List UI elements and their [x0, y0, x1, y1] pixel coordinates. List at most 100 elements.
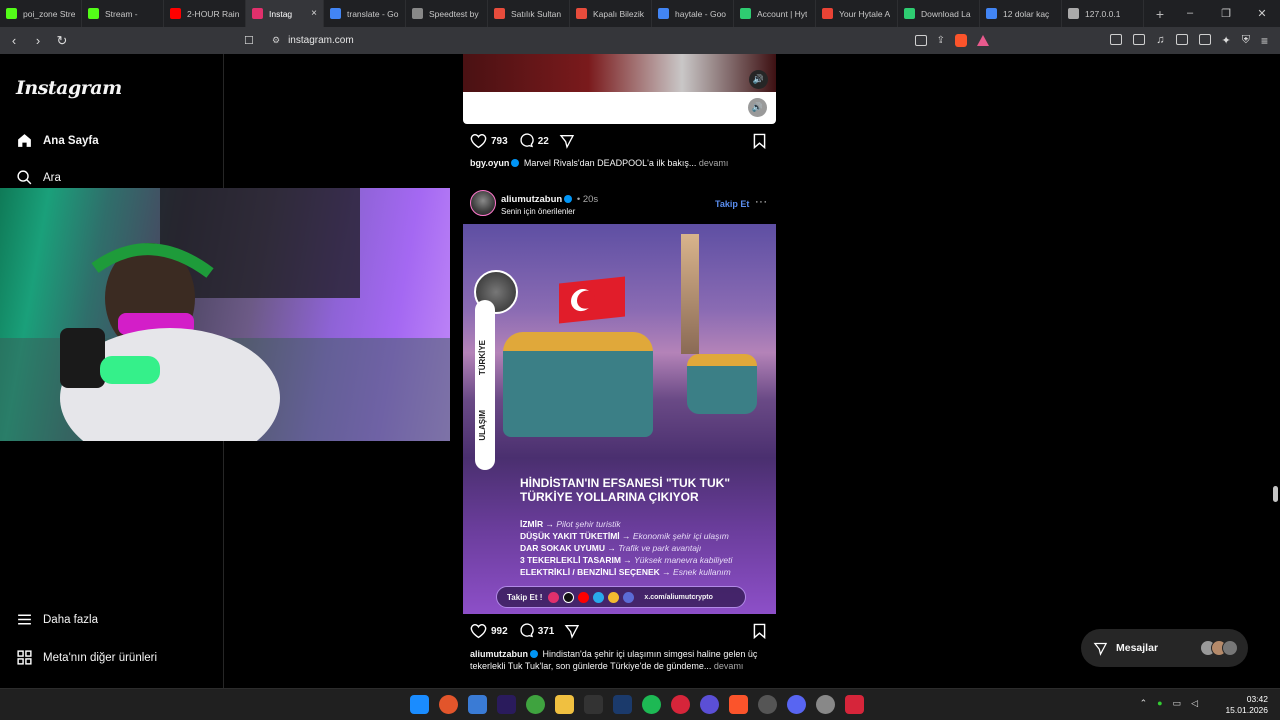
reload-icon[interactable]: ↻ [52, 33, 72, 49]
speaker-icon[interactable]: 🔊 [748, 98, 767, 117]
url-text[interactable]: instagram.com [288, 35, 354, 46]
follow-banner: Takip Et ! x.com/aliumutcrypto [496, 586, 746, 608]
brave-icon[interactable] [729, 695, 748, 714]
share-button[interactable] [559, 133, 579, 149]
caption-text: Marvel Rivals'dan DEADPOOL'a ilk bakış..… [523, 158, 697, 168]
browser-toolbar: ‹ › ↻ ☐ ⚙ instagram.com ⇪ ♫ ✦ ⛨ ≡ [0, 27, 1280, 54]
post-actions: 992 371 [470, 623, 594, 639]
wallet-icon[interactable] [1198, 34, 1211, 45]
comment-count: 371 [537, 625, 555, 637]
new-tab-button[interactable]: + [1148, 6, 1172, 22]
bullet-key: ELEKTRİKLİ / BENZİNLİ SEÇENEK [520, 567, 660, 577]
browser-tab[interactable]: Stream - [82, 0, 164, 27]
steam-icon[interactable] [613, 695, 632, 714]
site-info-icon[interactable]: ⚙ [272, 35, 280, 46]
back-icon[interactable]: ‹ [4, 33, 24, 48]
close-window-icon[interactable]: ✕ [1244, 7, 1280, 20]
cast-icon[interactable] [914, 35, 927, 46]
post-video[interactable] [463, 54, 776, 92]
caption-user[interactable]: aliumutzabun [470, 649, 528, 659]
scrollbar-thumb[interactable] [1273, 486, 1278, 502]
like-button[interactable]: 793 [470, 133, 508, 149]
app-icon[interactable] [439, 695, 458, 714]
spotify-icon[interactable] [642, 695, 661, 714]
post-username[interactable]: aliumutzabun • 20s [501, 194, 598, 205]
browser-tab[interactable]: Your Hytale A [816, 0, 898, 27]
volume-icon[interactable]: ◁ [1191, 698, 1198, 709]
post-image[interactable]: TÜRKİYE ULAŞIM HİNDİSTAN'IN EFSANESİ "TU… [463, 224, 776, 614]
tab-label: Your Hytale A [839, 8, 891, 19]
vpn-icon[interactable]: ⛨ [1242, 34, 1250, 48]
forward-icon[interactable]: › [28, 33, 48, 48]
network-icon[interactable]: ▭ [1173, 698, 1182, 709]
turkish-flag-shape [559, 276, 625, 324]
browser-tab[interactable]: poi_zone Stre [0, 0, 82, 27]
sidebar-item-more[interactable]: Daha fazla [16, 611, 98, 628]
minimize-icon[interactable]: – [1172, 7, 1208, 20]
browser-tab[interactable]: translate - Go [324, 0, 406, 27]
sidebar-icon[interactable] [1175, 34, 1188, 45]
start-icon[interactable] [410, 695, 429, 714]
share-button[interactable] [564, 623, 584, 639]
address-bar[interactable]: ☐ ⚙ instagram.com ⇪ [244, 30, 989, 51]
app-icon[interactable] [700, 695, 719, 714]
comment-button[interactable]: 22 [518, 133, 549, 149]
caption-user[interactable]: bgy.oyun [470, 158, 509, 168]
save-button[interactable] [752, 623, 767, 644]
like-button[interactable]: 992 [470, 623, 508, 639]
media-icon[interactable]: ♫ [1156, 34, 1164, 48]
more-options-icon[interactable]: ··· [755, 196, 768, 208]
chevron-up-icon[interactable]: ⌃ [1140, 698, 1148, 709]
monitor-icon[interactable] [468, 695, 487, 714]
sidebar-item-home[interactable]: Ana Sayfa [16, 132, 99, 149]
comment-button[interactable]: 371 [518, 623, 555, 639]
post-caption: bgy.oyun Marvel Rivals'dan DEADPOOL'a il… [470, 157, 770, 169]
save-button[interactable] [752, 133, 767, 154]
more-link[interactable]: devamı [714, 661, 744, 671]
menu-icon[interactable]: ≡ [1261, 34, 1268, 48]
browser-tab[interactable]: Satılık Sultan [488, 0, 570, 27]
username-text[interactable]: aliumutzabun [501, 194, 562, 205]
browser-tab[interactable]: 2-HOUR Rain [164, 0, 246, 27]
chrome-icon[interactable] [758, 695, 777, 714]
browser-tab[interactable]: Kapalı Bilezik [570, 0, 652, 27]
speaker-icon[interactable]: 🔊 [749, 70, 768, 89]
brave-shields-icon[interactable] [955, 34, 967, 47]
browser-tab[interactable]: haytale - Goo [652, 0, 734, 27]
bookmark-icon[interactable]: ☐ [244, 34, 264, 47]
app-icon[interactable] [671, 695, 690, 714]
ribbon-country: TÜRKİYE [478, 340, 487, 376]
brave-rewards-icon[interactable] [977, 35, 989, 46]
settings-icon[interactable] [816, 695, 835, 714]
avatar[interactable] [470, 190, 496, 216]
leo-ai-icon[interactable]: ✦ [1222, 34, 1231, 48]
discord-icon[interactable] [787, 695, 806, 714]
epic-games-icon[interactable] [584, 695, 603, 714]
browser-tab[interactable]: Speedtest by [406, 0, 488, 27]
scrollbar[interactable] [1270, 54, 1280, 688]
close-tab-icon[interactable]: × [311, 8, 317, 19]
instagram-logo[interactable]: Instagram [16, 77, 122, 99]
tab-label: Download La [921, 8, 971, 19]
premiere-icon[interactable] [497, 695, 516, 714]
follow-button[interactable]: Takip Et [715, 199, 749, 209]
folder-icon[interactable] [555, 695, 574, 714]
sidebar-item-meta[interactable]: Meta'nın diğer ürünleri [16, 649, 157, 666]
clock[interactable]: 03:42 15.01.2026 [1225, 694, 1268, 716]
xbox-icon[interactable] [526, 695, 545, 714]
messages-button[interactable]: Mesajlar [1081, 629, 1248, 667]
extensions-icon[interactable] [1110, 34, 1123, 45]
more-link[interactable]: devamı [699, 158, 729, 168]
share-icon[interactable]: ⇪ [937, 35, 945, 46]
browser-tab[interactable]: 127.0.0.1 [1062, 0, 1144, 27]
browser-tab[interactable]: Download La [898, 0, 980, 27]
browser-tab[interactable]: Instag × [246, 0, 324, 27]
browser-tab[interactable]: Account | Hyt [734, 0, 816, 27]
maximize-icon[interactable]: ❐ [1208, 7, 1244, 20]
app-icon[interactable] [845, 695, 864, 714]
sidebar-item-search[interactable]: Ara [16, 169, 61, 186]
microphone-icon[interactable]: ● [1157, 698, 1162, 709]
screenshot-icon[interactable] [1133, 34, 1146, 45]
bullet-key: DÜŞÜK YAKIT TÜKETİMİ [520, 531, 620, 541]
browser-tab[interactable]: 12 dolar kaç [980, 0, 1062, 27]
